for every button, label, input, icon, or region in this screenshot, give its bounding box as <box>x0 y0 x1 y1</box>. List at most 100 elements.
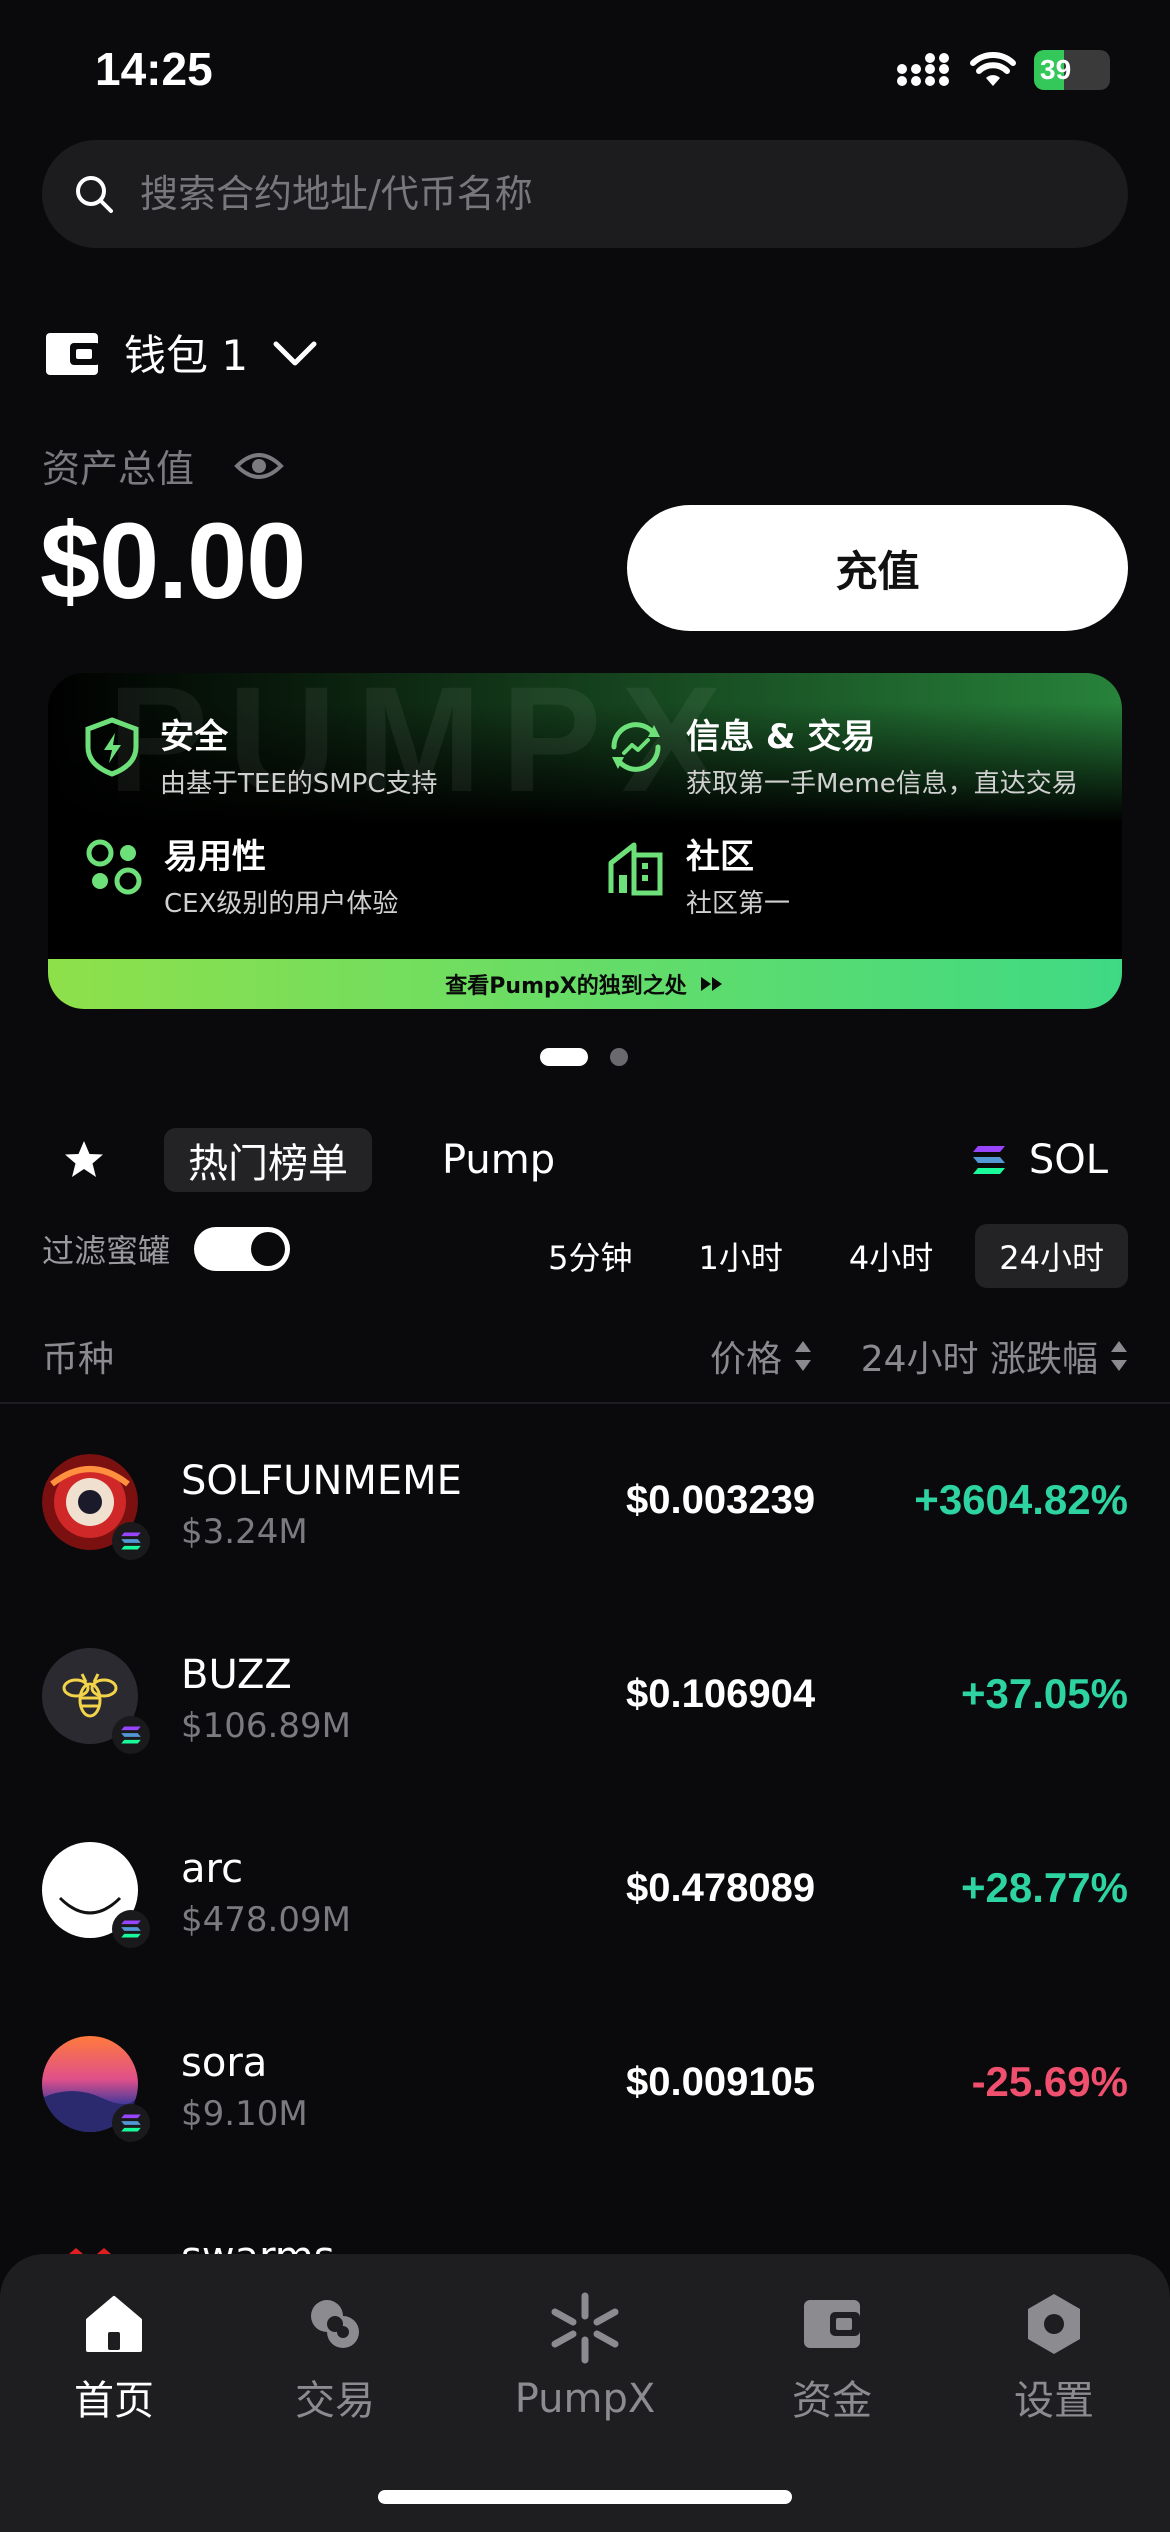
column-price[interactable]: 价格 <box>710 1330 812 1382</box>
wallet-icon <box>804 2300 860 2348</box>
trade-icon <box>311 2300 359 2348</box>
feature-subtitle: 获取第一手Meme信息，直达交易 <box>686 769 1078 799</box>
shield-icon <box>85 717 139 777</box>
nav-label: 设置 <box>1014 2378 1094 2424</box>
nav-label: 首页 <box>74 2378 154 2424</box>
feature-subtitle: 社区第一 <box>686 889 791 919</box>
nodes-icon <box>86 839 142 895</box>
token-change: +3604.82% <box>914 1476 1128 1523</box>
feature-usability: 易用性 CEX级别的用户体验 <box>84 837 398 920</box>
nav-funds[interactable]: 资金 <box>742 2292 922 2426</box>
column-price-label: 价格 <box>710 1339 783 1380</box>
star-icon <box>65 1141 103 1177</box>
status-time: 14:25 <box>95 43 213 95</box>
solana-badge-icon <box>112 1716 150 1754</box>
eye-icon[interactable] <box>234 448 284 484</box>
token-name: sora <box>181 2040 268 2086</box>
wallet-name: 钱包 1 <box>124 331 249 380</box>
table-row[interactable]: BUZZ $106.89M $0.106904 +37.05% <box>42 1632 1128 1762</box>
home-icon <box>86 2296 142 2352</box>
pumpx-icon <box>551 2292 619 2364</box>
time-tab-1h[interactable]: 1小时 <box>675 1224 807 1288</box>
wallet-selector[interactable]: 钱包 1 <box>44 322 318 383</box>
nav-pumpx[interactable]: PumpX <box>495 2292 675 2422</box>
feature-title: 安全 <box>160 717 228 757</box>
banner-cta-label: 查看PumpX的独到之处 <box>445 974 687 999</box>
token-change: -25.69% <box>971 2058 1128 2105</box>
battery-icon: 39 <box>1034 50 1110 90</box>
carousel-dot[interactable] <box>610 1048 628 1066</box>
search-input[interactable] <box>140 172 1040 216</box>
double-arrow-right-icon <box>700 977 722 991</box>
token-price: $0.009105 <box>626 2060 816 2104</box>
feature-title: 信息 & 交易 <box>686 717 876 757</box>
settings-icon <box>1028 2294 1080 2354</box>
table-row[interactable]: arc $478.09M $0.478089 +28.77% <box>42 1826 1128 1956</box>
banner-cta-button[interactable]: 查看PumpX的独到之处 <box>48 959 1122 1009</box>
filter-label: 过滤蜜罐 <box>42 1232 171 1270</box>
feature-community: 社区 社区第一 <box>606 837 790 920</box>
table-row[interactable]: SOLFUNMEME $3.24M $0.003239 +3604.82% <box>42 1438 1128 1568</box>
battery-percent: 39 <box>1040 54 1072 85</box>
token-change: +28.77% <box>961 1864 1128 1911</box>
honeypot-filter: 过滤蜜罐 <box>42 1226 291 1272</box>
solana-badge-icon <box>112 2104 150 2142</box>
solana-badge-icon <box>112 1910 150 1948</box>
feature-info-trade: 信息 & 交易 获取第一手Meme信息，直达交易 <box>606 717 1078 800</box>
status-indicators: 39 <box>896 50 1110 90</box>
nav-home[interactable]: 首页 <box>24 2292 204 2426</box>
token-market-cap: $9.10M <box>181 2094 308 2134</box>
asset-label-row: 资产总值 <box>42 438 284 493</box>
asset-total-label: 资产总值 <box>42 447 195 491</box>
divider <box>0 1402 1170 1404</box>
nav-label: 交易 <box>295 2378 375 2424</box>
house-icon <box>608 842 663 896</box>
time-tab-5m[interactable]: 5分钟 <box>524 1224 656 1288</box>
time-tab-4h[interactable]: 4小时 <box>825 1224 957 1288</box>
nav-trade[interactable]: 交易 <box>245 2292 425 2426</box>
sort-icon <box>794 1339 812 1373</box>
search-bar[interactable] <box>42 140 1128 248</box>
column-change[interactable]: 24小时 涨跌幅 <box>861 1330 1128 1382</box>
nav-settings[interactable]: 设置 <box>964 2292 1144 2426</box>
token-name: arc <box>181 1846 244 1892</box>
token-price: $0.106904 <box>626 1672 816 1716</box>
token-market-cap: $3.24M <box>181 1512 308 1552</box>
search-icon <box>76 176 113 213</box>
deposit-button[interactable]: 充值 <box>627 505 1128 631</box>
feature-title: 社区 <box>686 837 754 877</box>
feature-subtitle: CEX级别的用户体验 <box>164 889 399 919</box>
token-price: $0.003239 <box>626 1478 816 1522</box>
chevron-down-icon <box>273 341 317 365</box>
promo-banner[interactable]: PUMPX 安全 由基于TEE的SMPC支持 信息 & 交易 获取第一手Meme… <box>48 673 1122 1009</box>
tab-pump[interactable]: Pump <box>418 1128 579 1192</box>
favorites-tab[interactable] <box>62 1138 106 1186</box>
chain-selector[interactable]: SOL <box>971 1128 1108 1192</box>
feature-subtitle: 由基于TEE的SMPC支持 <box>160 769 438 799</box>
chain-name: SOL <box>1028 1137 1108 1183</box>
sort-icon <box>1110 1339 1128 1373</box>
column-change-label: 24小时 涨跌幅 <box>860 1339 1098 1380</box>
wifi-icon <box>970 52 1016 86</box>
cellular-signal-icon <box>897 53 949 86</box>
tab-hot-list[interactable]: 热门榜单 <box>164 1128 372 1192</box>
wallet-icon <box>46 332 100 375</box>
nav-label: PumpX <box>514 2376 656 2422</box>
asset-total-value: $0.00 <box>40 500 306 621</box>
carousel-indicator <box>540 1048 628 1066</box>
token-name: SOLFUNMEME <box>181 1458 462 1504</box>
token-market-cap: $478.09M <box>181 1900 351 1940</box>
time-range-tabs: 5分钟 1小时 4小时 24小时 <box>524 1224 1128 1288</box>
table-header: 币种 价格 24小时 涨跌幅 <box>42 1330 1128 1380</box>
nav-label: 资金 <box>792 2378 872 2424</box>
token-name: BUZZ <box>181 1652 292 1698</box>
token-market-cap: $106.89M <box>181 1706 351 1746</box>
carousel-dot-active[interactable] <box>540 1048 588 1066</box>
feature-title: 易用性 <box>164 837 266 877</box>
token-change: +37.05% <box>961 1670 1128 1717</box>
solana-icon <box>972 1146 1005 1174</box>
solana-badge-icon <box>112 1522 150 1560</box>
time-tab-24h[interactable]: 24小时 <box>975 1224 1128 1288</box>
table-row[interactable]: sora $9.10M $0.009105 -25.69% <box>42 2020 1128 2150</box>
honeypot-filter-toggle[interactable] <box>194 1227 291 1271</box>
